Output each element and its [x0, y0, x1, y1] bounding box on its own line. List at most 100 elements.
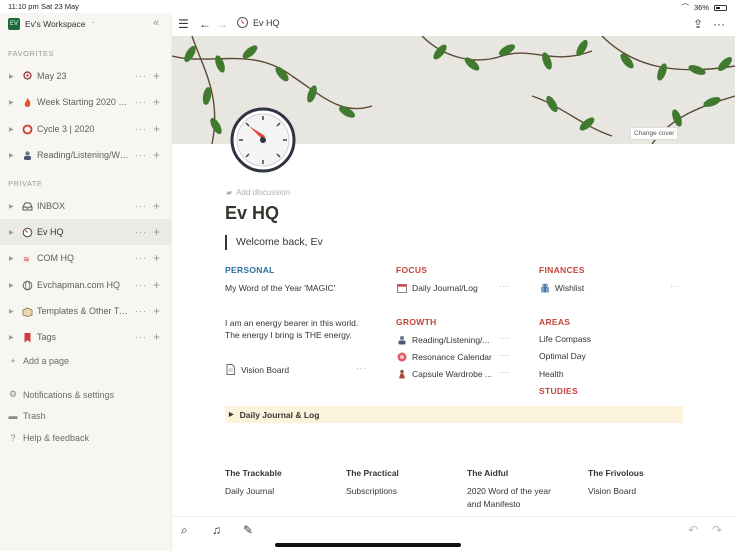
help-feedback-button[interactable]: ? Help & feedback — [8, 433, 89, 443]
welcome-quote[interactable]: Welcome back, Ev — [225, 235, 323, 250]
workspace-switcher[interactable]: EV Ev's Workspace ⌃ — [8, 18, 96, 30]
wishlist-link[interactable]: Wishlist — [539, 282, 584, 293]
column-item[interactable]: and Manifesto — [467, 499, 520, 509]
expand-triangle-icon[interactable]: ▶ — [9, 334, 17, 341]
person-icon — [21, 149, 33, 161]
home-indicator — [275, 543, 461, 547]
sidebar-item-tags[interactable]: ▶ Tags ··· + — [0, 324, 172, 350]
expand-triangle-icon[interactable]: ▶ — [9, 308, 17, 315]
expand-triangle-icon[interactable]: ▶ — [9, 229, 17, 236]
more-icon[interactable]: ··· — [499, 351, 510, 360]
studies-heading: STUDIES — [539, 386, 578, 396]
wishlist-label: Wishlist — [555, 282, 585, 293]
add-icon[interactable]: + — [153, 199, 160, 213]
more-icon[interactable]: ··· — [135, 227, 147, 237]
more-icon[interactable]: ··· — [135, 280, 147, 290]
more-icon[interactable]: ··· — [135, 71, 147, 81]
add-icon[interactable]: + — [153, 330, 160, 344]
more-icon[interactable]: ··· — [135, 332, 147, 342]
more-icon[interactable]: ··· — [356, 364, 367, 373]
more-icon[interactable]: ··· — [499, 334, 510, 343]
add-discussion-button[interactable]: ▰ Add discussion — [226, 188, 290, 197]
search-icon[interactable]: ⌕ — [181, 523, 188, 538]
trash-button[interactable]: ▬ Trash — [8, 411, 46, 421]
daily-journal-log-link[interactable]: Daily Journal/Log — [396, 282, 478, 293]
column-item[interactable]: Vision Board — [588, 486, 636, 496]
word-of-year-text[interactable]: My Word of the Year 'MAGIC' — [225, 283, 335, 293]
reading-listening-label: Reading/Listening/... — [412, 334, 490, 345]
sidebar-item-week-starting[interactable]: ▶ Week Starting 2020 0... ··· + — [0, 89, 172, 115]
more-icon[interactable]: ··· — [670, 282, 681, 291]
column-item[interactable]: Daily Journal — [225, 486, 274, 496]
forward-arrow-icon[interactable]: → — [216, 17, 228, 31]
more-icon[interactable]: ··· — [499, 368, 510, 377]
add-page-button[interactable]: + Add a page — [8, 356, 69, 366]
expand-triangle-icon[interactable]: ▶ — [9, 152, 17, 159]
notifications-settings-button[interactable]: ⚙ Notifications & settings — [8, 389, 114, 400]
more-icon[interactable]: ··· — [135, 201, 147, 211]
sidebar-item-label: May 23 — [37, 71, 67, 81]
more-icon[interactable]: ··· — [135, 150, 147, 160]
person-icon — [396, 334, 407, 345]
menu-icon[interactable]: ☰ — [178, 17, 189, 31]
focus-heading: FOCUS — [396, 265, 428, 275]
affirmation-line-2[interactable]: The energy I bring is THE energy. — [225, 330, 352, 340]
add-icon[interactable]: + — [153, 251, 160, 265]
sidebar-item-may-23[interactable]: ▶ May 23 ··· + — [0, 63, 172, 89]
add-icon[interactable]: + — [153, 69, 160, 83]
life-compass-link[interactable]: Life Compass — [539, 334, 591, 344]
collapse-sidebar-icon[interactable]: « — [153, 17, 159, 29]
bell-icon[interactable]: ♫ — [212, 523, 221, 537]
toggle-triangle-icon[interactable]: ▶ — [229, 411, 234, 418]
sidebar-item-ev-hq[interactable]: ▶ Ev HQ ··· + — [0, 219, 172, 245]
optimal-day-link[interactable]: Optimal Day — [539, 351, 586, 361]
more-options-icon[interactable]: ··· — [713, 17, 725, 31]
sidebar-item-evchapman[interactable]: ▶ Evchapman.com HQ ··· + — [0, 272, 172, 298]
gift-icon — [539, 282, 550, 293]
health-link[interactable]: Health — [539, 369, 564, 379]
vision-board-link[interactable]: Vision Board — [225, 364, 289, 375]
add-icon[interactable]: + — [153, 95, 160, 109]
expand-triangle-icon[interactable]: ▶ — [9, 282, 17, 289]
undo-icon[interactable]: ↶ — [688, 523, 698, 537]
capsule-wardrobe-link[interactable]: Capsule Wardrobe ... — [396, 368, 492, 379]
more-icon[interactable]: ··· — [499, 282, 510, 291]
add-icon[interactable]: + — [153, 148, 160, 162]
breadcrumb[interactable]: Ev HQ — [237, 17, 280, 28]
add-icon[interactable]: + — [153, 304, 160, 318]
expand-triangle-icon[interactable]: ▶ — [9, 255, 17, 262]
add-icon[interactable]: + — [153, 122, 160, 136]
chevron-updown-icon: ⌃ — [90, 21, 96, 28]
change-cover-button[interactable]: Change cover — [630, 127, 679, 140]
page-title[interactable]: Ev HQ — [225, 203, 279, 224]
add-icon[interactable]: + — [153, 278, 160, 292]
more-icon[interactable]: ··· — [135, 253, 147, 263]
reading-listening-link[interactable]: Reading/Listening/... — [396, 334, 490, 345]
top-nav: ☰ ← → Ev HQ ⇪ ··· — [172, 13, 735, 36]
new-page-icon[interactable]: ✎ — [243, 523, 253, 537]
sidebar-item-cycle-3[interactable]: ▶ Cycle 3 | 2020 ··· + — [0, 116, 172, 142]
expand-triangle-icon[interactable]: ▶ — [9, 73, 17, 80]
column-item[interactable]: 2020 Word of the year — [467, 486, 551, 496]
sidebar-item-reading[interactable]: ▶ Reading/Listening/Wa... ··· + — [0, 142, 172, 168]
column-heading-frivolous: The Frivolous — [588, 468, 644, 478]
expand-triangle-icon[interactable]: ▶ — [9, 203, 17, 210]
more-icon[interactable]: ··· — [135, 124, 147, 134]
expand-triangle-icon[interactable]: ▶ — [9, 99, 17, 106]
back-arrow-icon[interactable]: ← — [199, 17, 211, 31]
add-icon[interactable]: + — [153, 225, 160, 239]
more-icon[interactable]: ··· — [135, 97, 147, 107]
column-item[interactable]: Subscriptions — [346, 486, 397, 496]
redo-icon[interactable]: ↷ — [712, 523, 722, 537]
sidebar-item-templates[interactable]: ▶ Templates & Other Tin... ··· + — [0, 298, 172, 324]
expand-triangle-icon[interactable]: ▶ — [9, 126, 17, 133]
heart-icon — [396, 351, 407, 362]
page-gauge-icon[interactable] — [229, 106, 297, 174]
resonance-calendar-link[interactable]: Resonance Calendar — [396, 351, 492, 362]
sidebar-item-com-hq[interactable]: ▶ ≋ COM HQ ··· + — [0, 245, 172, 271]
affirmation-line-1[interactable]: I am an energy bearer in this world. — [225, 318, 358, 328]
daily-journal-toggle[interactable]: ▶ Daily Journal & Log — [225, 406, 683, 423]
more-icon[interactable]: ··· — [135, 306, 147, 316]
share-icon[interactable]: ⇪ — [693, 17, 703, 31]
sidebar-item-inbox[interactable]: ▶ INBOX ··· + — [0, 193, 172, 219]
